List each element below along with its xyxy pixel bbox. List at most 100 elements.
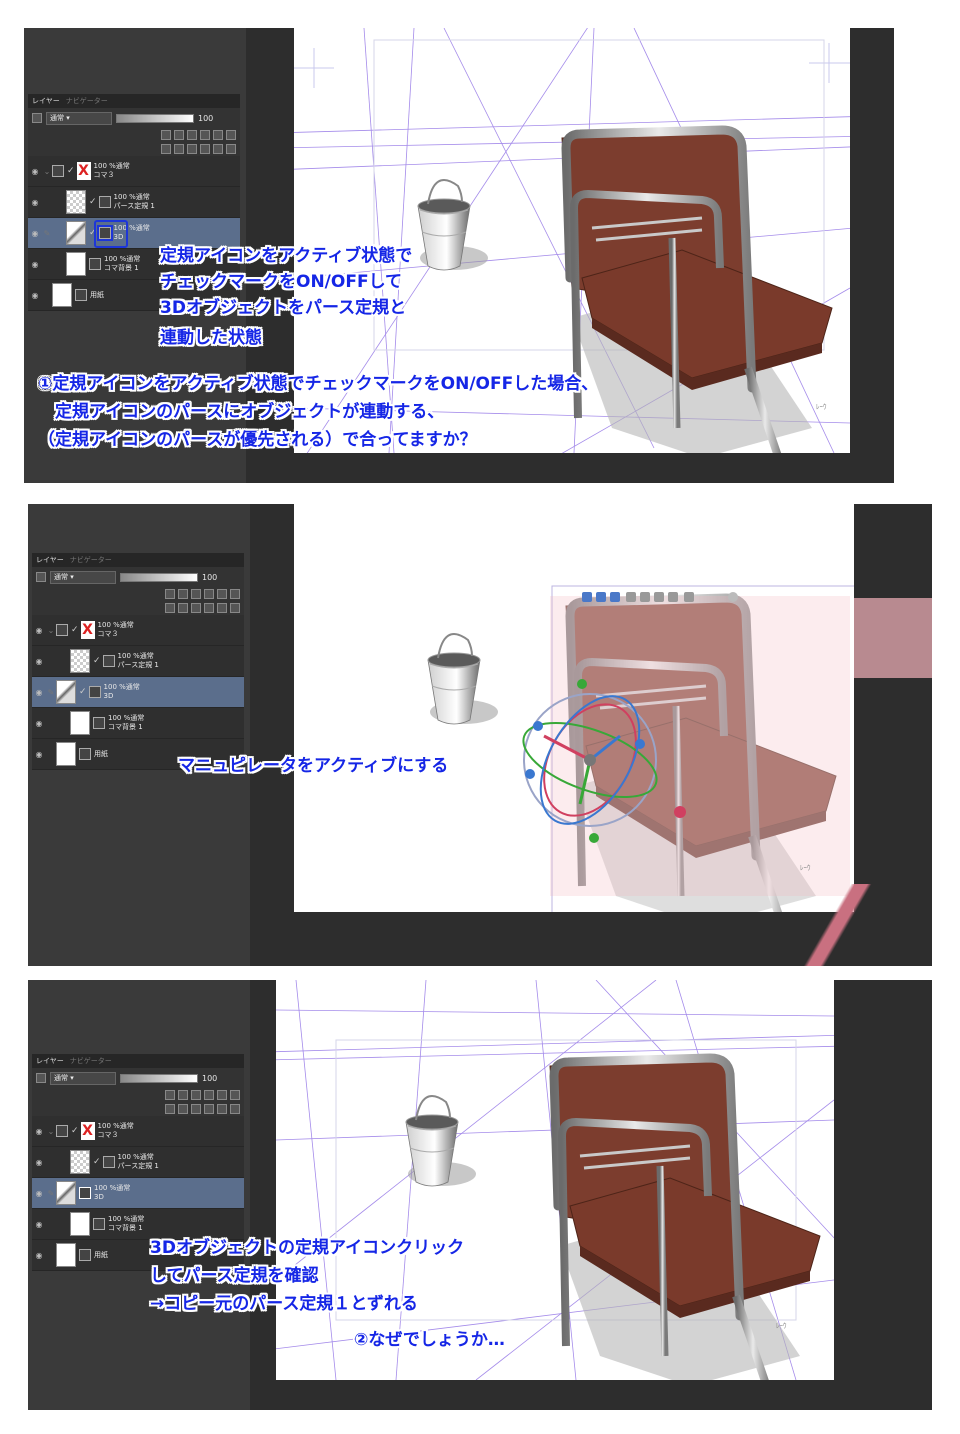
combine-icon[interactable] — [217, 1104, 227, 1114]
blend-mode-select[interactable]: 通常 ▾ — [50, 570, 116, 584]
clip-icon[interactable] — [165, 1090, 175, 1100]
new-vector-icon[interactable] — [178, 1104, 188, 1114]
eye-icon[interactable]: ◉ — [32, 1220, 46, 1229]
expand-icon[interactable]: ⌄ — [46, 626, 56, 635]
eye-icon[interactable]: ◉ — [28, 167, 42, 176]
layer-frame-background[interactable]: ◉ 100 %通常 コマ背景 1 — [32, 708, 244, 739]
tab-navigator[interactable]: ナビゲーター — [70, 1056, 112, 1066]
eye-icon[interactable]: ◉ — [28, 260, 42, 269]
tab-layer[interactable]: レイヤー — [36, 555, 64, 565]
new-vector-icon[interactable] — [174, 144, 184, 154]
eye-icon[interactable]: ◉ — [32, 626, 46, 635]
ruler-icon[interactable] — [217, 589, 227, 599]
blend-mode-select[interactable]: 通常 ▾ — [46, 111, 112, 125]
layer-perspective-ruler[interactable]: ◉ ✓ 100 %通常 パース定規 1 — [28, 187, 240, 218]
layer-name: 用紙 — [94, 749, 108, 758]
layer-koma3[interactable]: ◉ ⌄ ✓ X 100 %通常 コマ３ — [32, 615, 244, 646]
layer-mode: 100 %通常 — [117, 652, 154, 660]
panel-tabs: レイヤー ナビゲーター — [32, 553, 244, 567]
eye-icon[interactable]: ◉ — [32, 688, 46, 697]
reference-icon[interactable] — [178, 589, 188, 599]
ruler-icon[interactable] — [79, 1187, 91, 1199]
layer-3d[interactable]: ◉ ✎ 100 %通常 3D — [32, 1178, 244, 1209]
opacity-value[interactable]: 100 — [198, 114, 213, 123]
layer-action-icons — [32, 1102, 244, 1116]
transfer-icon[interactable] — [204, 1104, 214, 1114]
eye-icon[interactable]: ◉ — [28, 291, 42, 300]
reference-icon[interactable] — [174, 130, 184, 140]
opacity-slider[interactable] — [120, 572, 198, 582]
opacity-value[interactable]: 100 — [202, 573, 217, 582]
color-icon[interactable] — [226, 130, 236, 140]
layer-perspective-ruler[interactable]: ◉ ✓ 100 %通常 パース定規 1 — [32, 1147, 244, 1178]
blend-mode-select[interactable]: 通常 ▾ — [50, 1071, 116, 1085]
eye-icon[interactable]: ◉ — [32, 719, 46, 728]
transfer-icon[interactable] — [200, 144, 210, 154]
folder-icon[interactable] — [187, 144, 197, 154]
layer-perspective-ruler[interactable]: ◉ ✓ 100 %通常 パース定規 1 — [32, 646, 244, 677]
layer-option-icons — [32, 587, 244, 601]
color-icon[interactable] — [230, 589, 240, 599]
tab-navigator[interactable]: ナビゲーター — [70, 555, 112, 565]
layer-koma3-mode: 100 %通常 — [93, 162, 130, 170]
ruler-icon — [98, 196, 111, 208]
ruler-icon[interactable] — [88, 686, 101, 698]
combine-icon[interactable] — [217, 603, 227, 613]
clip-icon[interactable] — [161, 130, 171, 140]
new-vector-icon[interactable] — [178, 603, 188, 613]
annotation-3-line2: してパース定規を確認 — [150, 1266, 319, 1286]
trash-icon[interactable] — [230, 603, 240, 613]
expand-icon[interactable]: ⌄ — [42, 167, 52, 176]
blend-mode-value: 通常 — [54, 573, 68, 581]
color-icon[interactable] — [230, 1090, 240, 1100]
new-layer-icon[interactable] — [165, 1104, 175, 1114]
folder-icon[interactable] — [191, 603, 201, 613]
drawing-canvas[interactable]: ﾚｰｳ — [294, 504, 854, 912]
layer-thumbnail — [70, 1150, 90, 1174]
reference-icon[interactable] — [178, 1090, 188, 1100]
tab-layer[interactable]: レイヤー — [32, 96, 60, 106]
blend-toolbar: 通常 ▾ 100 — [32, 1068, 244, 1088]
layer-mode: 100 %通常 — [108, 714, 145, 722]
lock-icon[interactable] — [187, 130, 197, 140]
eye-icon[interactable]: ◉ — [28, 198, 42, 207]
eye-icon[interactable]: ◉ — [32, 1127, 46, 1136]
opacity-value[interactable]: 100 — [202, 1074, 217, 1083]
clip-icon[interactable] — [165, 589, 175, 599]
layer-koma3[interactable]: ◉ ⌄ ✓ X 100 %通常 コマ３ — [32, 1116, 244, 1147]
eye-icon[interactable]: ◉ — [32, 657, 46, 666]
combine-icon[interactable] — [213, 144, 223, 154]
transfer-icon[interactable] — [204, 603, 214, 613]
expand-icon[interactable]: ⌄ — [46, 1127, 56, 1136]
eye-icon[interactable]: ◉ — [32, 750, 46, 759]
layer-3d[interactable]: ◉ ✎ ✓ 100 %通常 3D — [32, 677, 244, 708]
ruler-icon[interactable] — [213, 130, 223, 140]
layer-koma3[interactable]: ◉ ⌄ ✓ X 100 %通常 コマ３ — [28, 156, 240, 187]
new-layer-icon[interactable] — [165, 603, 175, 613]
annotation-1-line2: チェックマークをON/OFFして — [160, 272, 403, 292]
layer-color-icon[interactable] — [36, 572, 46, 582]
opacity-slider[interactable] — [116, 113, 194, 123]
lock-icon[interactable] — [191, 589, 201, 599]
blend-mode-value: 通常 — [54, 1074, 68, 1082]
mask-icon[interactable] — [204, 1090, 214, 1100]
drawing-canvas[interactable]: ﾚｰｳ — [276, 980, 834, 1380]
mask-icon[interactable] — [200, 130, 210, 140]
new-layer-icon[interactable] — [161, 144, 171, 154]
layer-color-icon[interactable] — [32, 113, 42, 123]
folder-icon[interactable] — [191, 1104, 201, 1114]
layer-color-icon[interactable] — [36, 1073, 46, 1083]
ruler-icon[interactable] — [217, 1090, 227, 1100]
trash-icon[interactable] — [226, 144, 236, 154]
tab-navigator[interactable]: ナビゲーター — [66, 96, 108, 106]
eye-icon[interactable]: ◉ — [32, 1189, 46, 1198]
mask-icon[interactable] — [204, 589, 214, 599]
perspective-guides: ﾚｰｳ — [276, 980, 834, 1380]
trash-icon[interactable] — [230, 1104, 240, 1114]
eye-icon[interactable]: ◉ — [32, 1251, 46, 1260]
eye-icon[interactable]: ◉ — [32, 1158, 46, 1167]
tab-layer[interactable]: レイヤー — [36, 1056, 64, 1066]
opacity-slider[interactable] — [120, 1073, 198, 1083]
lock-icon[interactable] — [191, 1090, 201, 1100]
eye-icon[interactable]: ◉ — [28, 229, 42, 238]
